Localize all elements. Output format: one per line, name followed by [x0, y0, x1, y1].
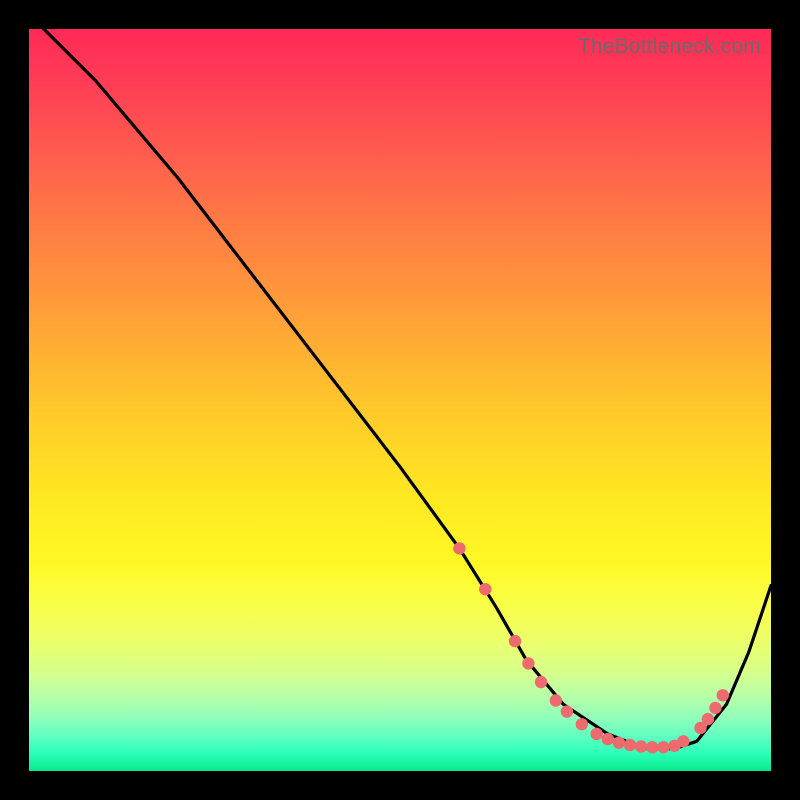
marker-dot — [709, 702, 721, 714]
chart-frame: TheBottleneck.com — [0, 0, 800, 800]
marker-dot — [635, 740, 647, 752]
plot-area: TheBottleneck.com — [29, 29, 771, 771]
marker-dot — [677, 735, 689, 747]
marker-dot — [522, 657, 534, 669]
marker-dot — [479, 583, 491, 595]
bottleneck-curve — [29, 14, 771, 749]
curve-layer — [29, 29, 771, 771]
marker-dot — [702, 713, 714, 725]
marker-dot — [453, 542, 465, 554]
marker-dot — [590, 728, 602, 740]
marker-dot — [535, 676, 547, 688]
marker-dot — [550, 694, 562, 706]
marker-dot — [646, 741, 658, 753]
marker-dot — [509, 635, 521, 647]
marker-dot — [624, 739, 636, 751]
marker-dot — [717, 689, 729, 701]
marker-dot — [613, 737, 625, 749]
marker-dot — [576, 718, 588, 730]
marker-dot — [657, 741, 669, 753]
marker-dot — [561, 705, 573, 717]
marker-dot — [602, 733, 614, 745]
